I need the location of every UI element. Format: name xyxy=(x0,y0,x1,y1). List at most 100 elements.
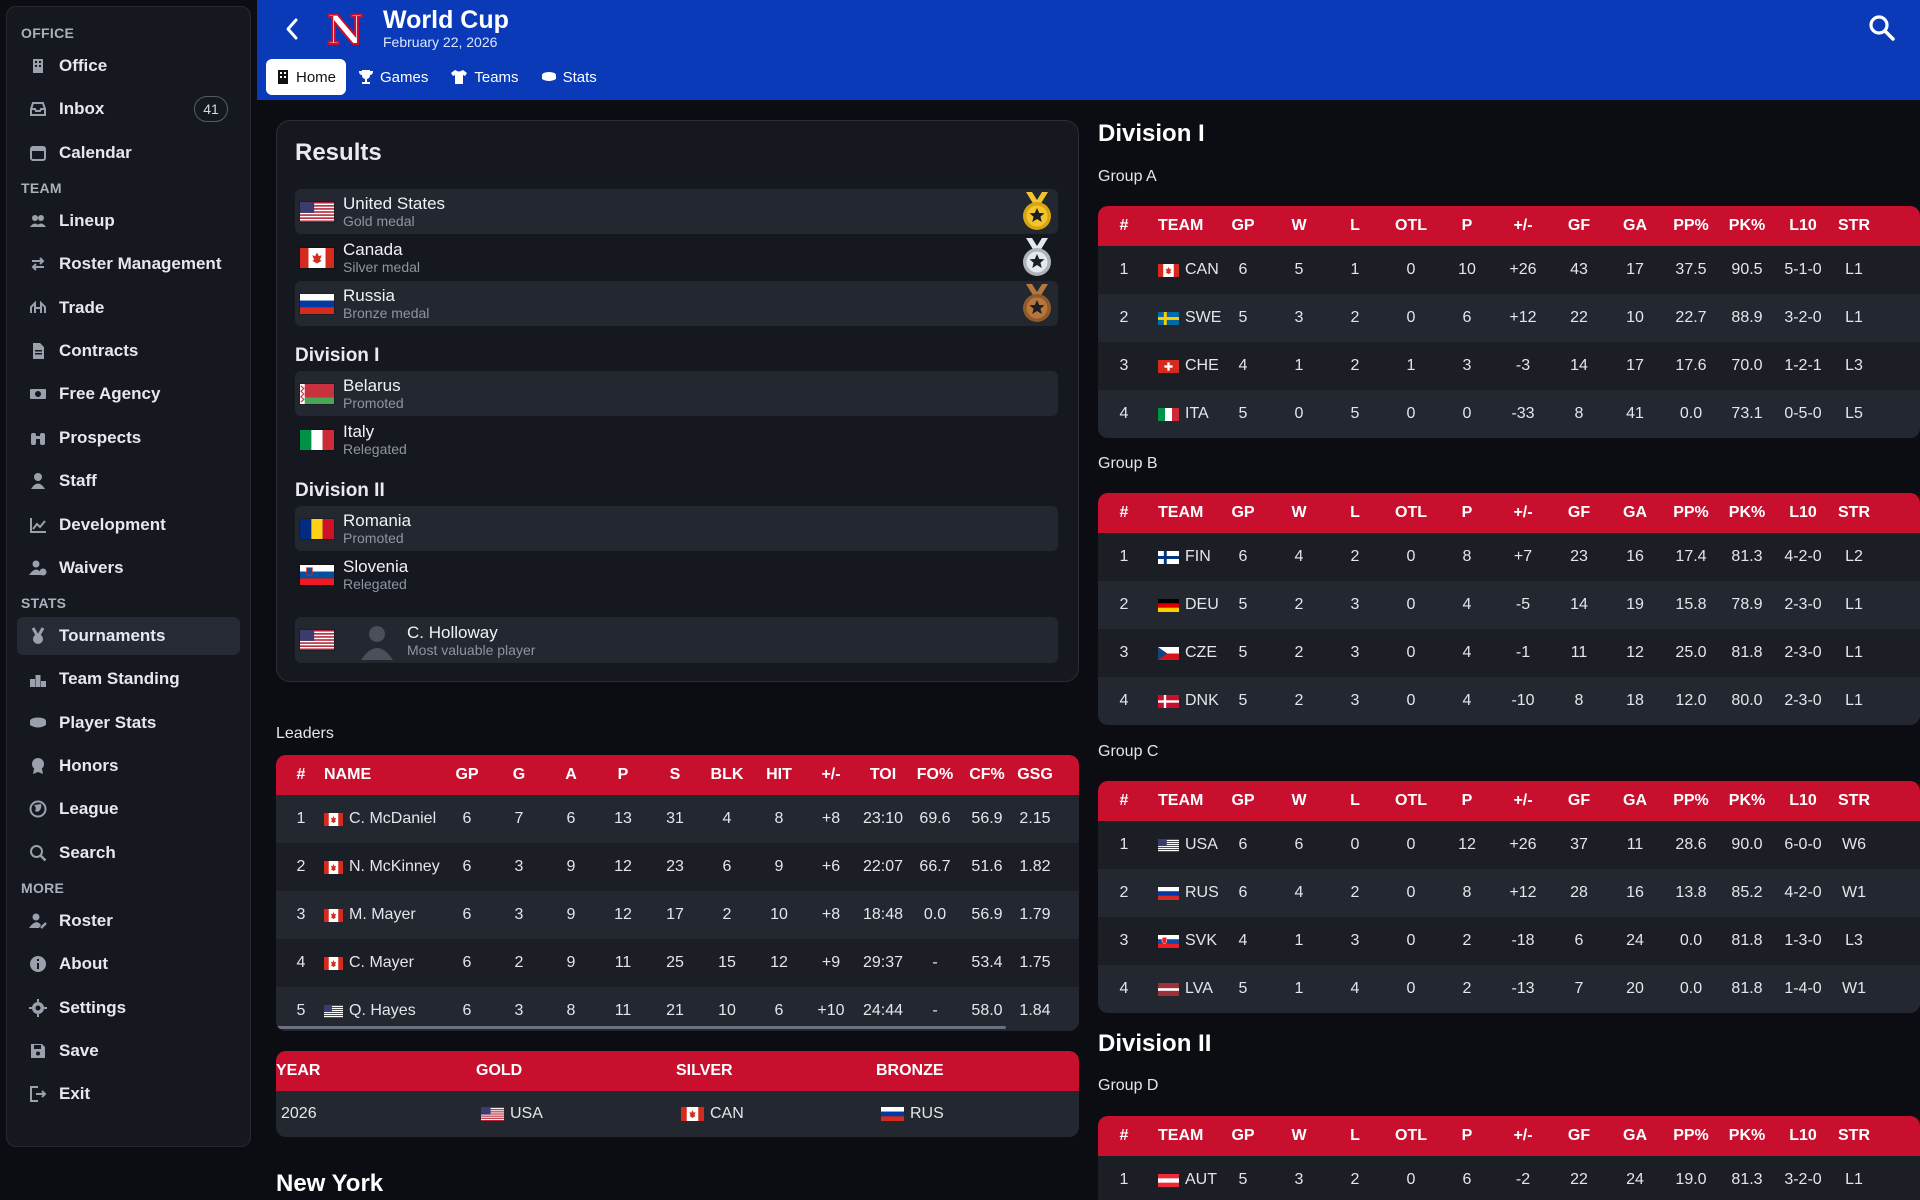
standings-col-header[interactable]: GP xyxy=(1215,217,1271,235)
standings-col-header[interactable]: PK% xyxy=(1719,504,1775,522)
sidebar-item-free-agency[interactable]: Free Agency xyxy=(17,375,240,413)
sidebar-item-save[interactable]: Save xyxy=(17,1032,240,1070)
standings-col-header[interactable]: L10 xyxy=(1775,1127,1831,1145)
table-row[interactable]: 2 DEU 5 2 3 0 4 -5 14 19 15.8 78.9 2-3-0 L1 xyxy=(1098,581,1920,629)
standings-col-header[interactable]: PP% xyxy=(1663,217,1719,235)
history-col-header[interactable]: SILVER xyxy=(676,1062,876,1080)
standings-col-header[interactable]: # xyxy=(1098,504,1150,522)
table-row[interactable]: 2 SWE 5 3 2 0 6 +12 22 10 22.7 88.9 3-2-0 L1 xyxy=(1098,294,1920,342)
standings-col-header[interactable]: P xyxy=(1439,504,1495,522)
standings-col-header[interactable]: TEAM xyxy=(1150,217,1215,235)
leaders-col-header[interactable]: BLK xyxy=(701,766,753,784)
tab-teams[interactable]: Teams xyxy=(440,59,528,95)
standings-col-header[interactable]: STR xyxy=(1831,504,1877,522)
standings-col-header[interactable]: L xyxy=(1327,504,1383,522)
sidebar-item-staff[interactable]: Staff xyxy=(17,462,240,500)
sidebar-item-prospects[interactable]: Prospects xyxy=(17,419,240,457)
sidebar-item-league[interactable]: League xyxy=(17,790,240,828)
history-col-header[interactable]: GOLD xyxy=(476,1062,676,1080)
standings-col-header[interactable]: W xyxy=(1271,217,1327,235)
standings-col-header[interactable]: PK% xyxy=(1719,1127,1775,1145)
table-row[interactable]: 1 AUT 5 3 2 0 6 -2 22 24 19.0 81.3 3-2-0 L1 xyxy=(1098,1156,1920,1200)
standings-col-header[interactable]: OTL xyxy=(1383,504,1439,522)
sidebar-item-calendar[interactable]: Calendar xyxy=(17,134,240,172)
standings-col-header[interactable]: PP% xyxy=(1663,1127,1719,1145)
horizontal-scrollbar[interactable] xyxy=(276,1026,1006,1029)
sidebar-item-honors[interactable]: Honors xyxy=(17,747,240,785)
sidebar-item-settings[interactable]: Settings xyxy=(17,989,240,1027)
tab-games[interactable]: Games xyxy=(348,59,438,95)
leaders-col-header[interactable]: S xyxy=(649,766,701,784)
standings-col-header[interactable]: STR xyxy=(1831,792,1877,810)
table-row[interactable]: 3 CHE 4 1 2 1 3 -3 14 17 17.6 70.0 1-2-1 L3 xyxy=(1098,342,1920,390)
standings-col-header[interactable]: # xyxy=(1098,792,1150,810)
sidebar-item-inbox[interactable]: Inbox 41 xyxy=(17,90,240,128)
standings-col-header[interactable]: GP xyxy=(1215,1127,1271,1145)
standings-col-header[interactable]: OTL xyxy=(1383,217,1439,235)
standings-col-header[interactable]: GA xyxy=(1607,1127,1663,1145)
table-row[interactable]: 1 C. McDaniel 6 7 6 13 31 4 8 +8 23:10 69.6 56.9 2.1… xyxy=(276,795,1079,843)
standings-col-header[interactable]: L xyxy=(1327,1127,1383,1145)
standings-col-header[interactable]: GF xyxy=(1551,504,1607,522)
standings-col-header[interactable]: PP% xyxy=(1663,792,1719,810)
leaders-col-header[interactable]: FO% xyxy=(909,766,961,784)
sidebar-item-tournaments[interactable]: Tournaments xyxy=(17,616,240,655)
result-row-italy[interactable]: Italy Relegated xyxy=(295,417,1058,462)
sidebar-item-development[interactable]: Development xyxy=(17,506,240,544)
result-row-united-states[interactable]: United States Gold medal xyxy=(295,189,1058,234)
standings-col-header[interactable]: W xyxy=(1271,1127,1327,1145)
table-row[interactable]: 1 CAN 6 5 1 0 10 +26 43 17 37.5 90.5 5-1-0 L1 xyxy=(1098,246,1920,294)
standings-col-header[interactable]: GF xyxy=(1551,1127,1607,1145)
sidebar-item-lineup[interactable]: Lineup xyxy=(17,202,240,240)
sidebar-item-roster-management[interactable]: Roster Management xyxy=(17,245,240,283)
sidebar-item-team-standing[interactable]: Team Standing xyxy=(17,660,240,698)
result-row-belarus[interactable]: Belarus Promoted xyxy=(295,371,1058,416)
standings-col-header[interactable]: STR xyxy=(1831,217,1877,235)
standings-col-header[interactable]: +/- xyxy=(1495,217,1551,235)
table-row[interactable]: 4 C. Mayer 6 2 9 11 25 15 12 +9 29:37 - 53.4 1.75 xyxy=(276,939,1079,987)
standings-col-header[interactable]: TEAM xyxy=(1150,792,1215,810)
standings-col-header[interactable]: GP xyxy=(1215,792,1271,810)
sidebar-item-office[interactable]: Office xyxy=(17,47,240,85)
back-button[interactable] xyxy=(277,14,307,44)
table-row[interactable]: 3 CZE 5 2 3 0 4 -1 11 12 25.0 81.8 2-3-0 L1 xyxy=(1098,629,1920,677)
result-row-romania[interactable]: Romania Promoted xyxy=(295,506,1058,551)
standings-col-header[interactable]: TEAM xyxy=(1150,1127,1215,1145)
standings-col-header[interactable]: PP% xyxy=(1663,504,1719,522)
standings-col-header[interactable]: +/- xyxy=(1495,504,1551,522)
tab-home[interactable]: Home xyxy=(266,59,347,95)
mvp-row[interactable]: C. Holloway Most valuable player xyxy=(295,617,1058,663)
standings-col-header[interactable]: GA xyxy=(1607,792,1663,810)
standings-col-header[interactable]: OTL xyxy=(1383,1127,1439,1145)
standings-col-header[interactable]: W xyxy=(1271,504,1327,522)
sidebar-item-exit[interactable]: Exit xyxy=(17,1075,240,1113)
standings-col-header[interactable]: L10 xyxy=(1775,217,1831,235)
standings-col-header[interactable]: W xyxy=(1271,792,1327,810)
result-row-russia[interactable]: Russia Bronze medal xyxy=(295,281,1058,326)
result-row-canada[interactable]: Canada Silver medal xyxy=(295,235,1058,280)
standings-col-header[interactable]: L10 xyxy=(1775,504,1831,522)
standings-col-header[interactable]: PK% xyxy=(1719,792,1775,810)
leaders-col-header[interactable]: G xyxy=(493,766,545,784)
table-row[interactable]: 4 ITA 5 0 5 0 0 -33 8 41 0.0 73.1 0-5-0 L5 xyxy=(1098,390,1920,438)
standings-col-header[interactable]: GA xyxy=(1607,504,1663,522)
standings-col-header[interactable]: GF xyxy=(1551,792,1607,810)
standings-col-header[interactable]: +/- xyxy=(1495,792,1551,810)
standings-col-header[interactable]: GF xyxy=(1551,217,1607,235)
sidebar-item-contracts[interactable]: Contracts xyxy=(17,332,240,370)
sidebar-item-trade[interactable]: Trade xyxy=(17,289,240,327)
leaders-col-header[interactable]: NAME xyxy=(316,766,441,784)
leaders-col-header[interactable]: GSG xyxy=(1013,766,1057,784)
standings-col-header[interactable]: L10 xyxy=(1775,792,1831,810)
leaders-col-header[interactable]: A xyxy=(545,766,597,784)
table-row[interactable]: 1 FIN 6 4 2 0 8 +7 23 16 17.4 81.3 4-2-0 L2 xyxy=(1098,533,1920,581)
standings-col-header[interactable]: # xyxy=(1098,1127,1150,1145)
standings-col-header[interactable]: L xyxy=(1327,217,1383,235)
standings-col-header[interactable]: P xyxy=(1439,217,1495,235)
result-row-slovenia[interactable]: Slovenia Relegated xyxy=(295,552,1058,597)
sidebar-item-about[interactable]: About xyxy=(17,945,240,983)
leaders-col-header[interactable]: HIT xyxy=(753,766,805,784)
history-col-header[interactable]: YEAR xyxy=(276,1062,476,1080)
standings-col-header[interactable]: GP xyxy=(1215,504,1271,522)
table-row[interactable]: 4 LVA 5 1 4 0 2 -13 7 20 0.0 81.8 1-4-0 W1 xyxy=(1098,965,1920,1013)
